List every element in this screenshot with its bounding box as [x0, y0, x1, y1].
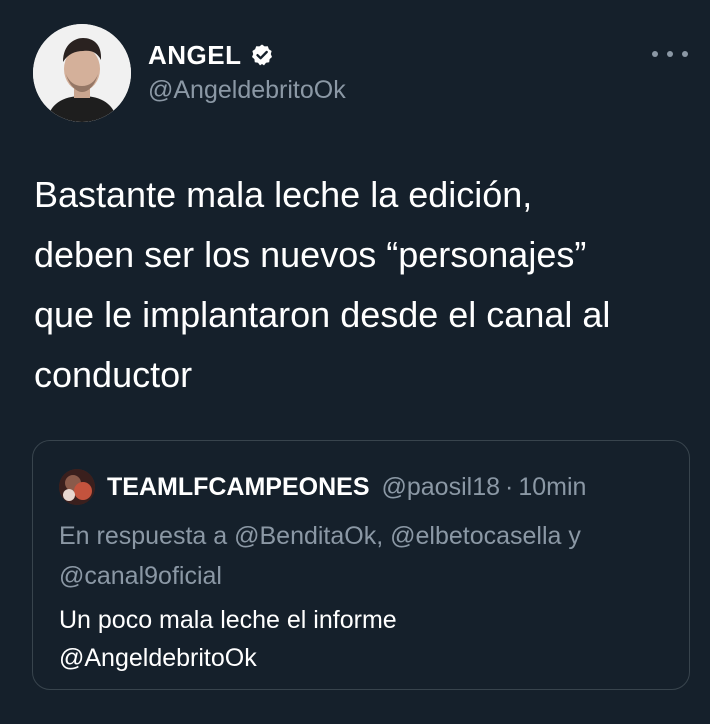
author-avatar-image	[33, 24, 131, 122]
separator-dot: ·	[505, 472, 514, 501]
more-options-icon[interactable]	[652, 44, 688, 64]
quoted-tweet[interactable]: TEAMLFCAMPEONES @paosil18 · 10min En res…	[32, 440, 690, 690]
reply-context: En respuesta a @BenditaOk, @elbetocasell…	[59, 522, 581, 590]
author-handle[interactable]: @AngeldebritoOk	[148, 76, 346, 105]
quoted-author-handle[interactable]: @paosil18	[382, 473, 501, 502]
more-dot	[667, 51, 673, 57]
tweet-card: ANGEL @AngeldebritoOk Bastante mala lech…	[0, 0, 710, 724]
author-name-row: ANGEL	[148, 40, 274, 70]
quoted-tweet-header: TEAMLFCAMPEONES @paosil18 · 10min	[59, 469, 586, 505]
quoted-author-avatar[interactable]	[59, 469, 95, 505]
quoted-tweet-text: Un poco mala leche el informe @Angeldebr…	[59, 606, 397, 672]
more-dot	[682, 51, 688, 57]
quoted-author-avatar-image	[59, 469, 95, 505]
tweet-text: Bastante mala leche la edición, deben se…	[34, 174, 611, 395]
verified-badge-icon	[250, 43, 274, 67]
more-dot	[652, 51, 658, 57]
quoted-tweet-time[interactable]: 10min	[518, 473, 586, 502]
author-name[interactable]: ANGEL	[148, 40, 242, 71]
quoted-author-name[interactable]: TEAMLFCAMPEONES	[107, 473, 370, 502]
author-avatar[interactable]	[33, 24, 131, 122]
